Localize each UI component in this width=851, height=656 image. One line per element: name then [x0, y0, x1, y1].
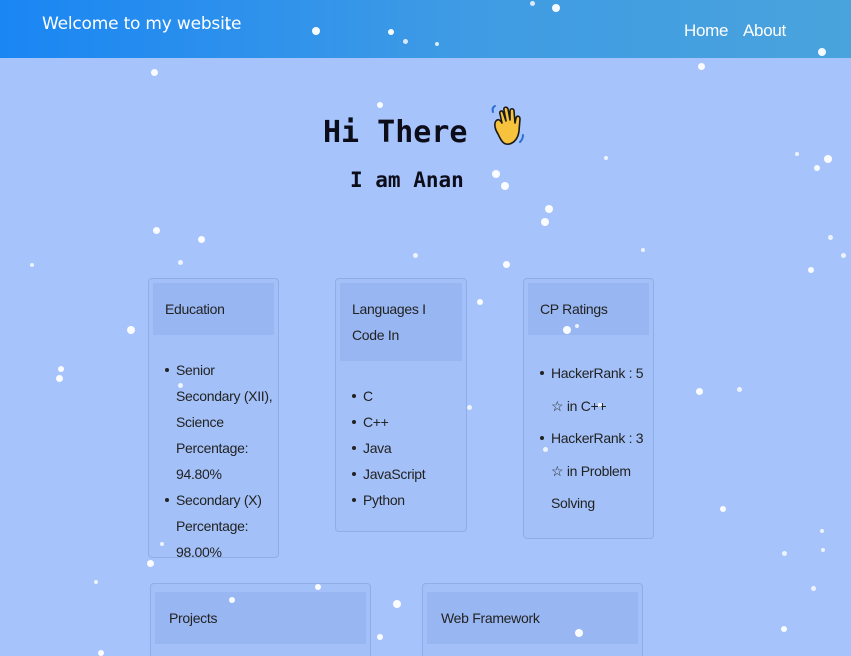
web-framework-card: Web Framework	[422, 583, 643, 656]
education-card-title: Education	[153, 283, 274, 335]
brand-title[interactable]: Welcome to my website	[42, 14, 242, 34]
snowflake	[821, 548, 825, 552]
snowflake	[150, 68, 158, 76]
nav-link-about[interactable]: About	[743, 21, 786, 41]
languages-card: Languages I Code In C C++ Java JavaScrip…	[335, 278, 467, 532]
snowflake	[824, 155, 832, 163]
snowflake	[697, 62, 705, 70]
snowflake	[781, 626, 787, 632]
hero-title: Hi There	[323, 104, 524, 156]
cp-ratings-card-title: CP Ratings	[528, 283, 649, 335]
cp-ratings-list: HackerRank : 5 ☆ in C++ HackerRank : 3 ☆…	[524, 357, 653, 520]
snowflake	[127, 326, 135, 334]
snowflake	[152, 226, 160, 234]
list-item: JavaScript	[352, 461, 466, 487]
snowflake	[641, 248, 645, 252]
snowflake	[604, 156, 608, 160]
snowflake	[545, 205, 553, 213]
cp-ratings-card: CP Ratings HackerRank : 5 ☆ in C++ Hacke…	[523, 278, 654, 539]
snowflake	[695, 387, 703, 395]
snowflake	[820, 529, 824, 533]
snowflake	[720, 506, 726, 512]
web-framework-card-title: Web Framework	[427, 592, 638, 644]
list-item: Secondary (X) Percentage: 98.00%	[165, 487, 278, 565]
snowflake	[58, 366, 64, 372]
hero-subtitle: I am Anan	[350, 168, 464, 192]
snowflake	[795, 152, 799, 156]
snowflake	[197, 235, 205, 243]
snowflake	[808, 267, 814, 273]
snowflake	[377, 634, 383, 640]
list-item: C++	[352, 409, 466, 435]
snowflake	[466, 404, 472, 410]
snowflake	[177, 259, 183, 265]
snowflake	[94, 580, 98, 584]
education-list: Senior Secondary (XII), Science Percenta…	[149, 357, 278, 565]
snowflake	[412, 252, 418, 258]
education-card: Education Senior Secondary (XII), Scienc…	[148, 278, 279, 560]
languages-card-title: Languages I Code In	[340, 283, 462, 361]
snowflake	[840, 252, 846, 258]
list-item: C	[352, 383, 466, 409]
snowflake	[736, 386, 742, 392]
snowflake	[814, 165, 820, 171]
projects-card-title: Projects	[155, 592, 366, 644]
projects-card: Projects	[150, 583, 371, 656]
list-item: HackerRank : 5 ☆ in C++	[540, 357, 653, 422]
snowflake	[492, 170, 500, 178]
waving-hand-icon	[490, 104, 524, 156]
snowflake	[477, 299, 483, 305]
list-item: Python	[352, 487, 466, 513]
snowflake	[55, 374, 63, 382]
snowflake	[827, 234, 833, 240]
snowflake	[502, 260, 510, 268]
list-item: HackerRank : 3 ☆ in Problem Solving	[540, 422, 653, 520]
snowflake	[810, 585, 816, 591]
list-item: Java	[352, 435, 466, 461]
snowflake	[781, 550, 787, 556]
hero-title-text: Hi There	[323, 115, 468, 150]
snowflake	[501, 182, 509, 190]
snowflake	[541, 218, 549, 226]
languages-list: C C++ Java JavaScript Python	[336, 383, 466, 513]
list-item: Senior Secondary (XII), Science Percenta…	[165, 357, 278, 487]
snowflake	[30, 263, 34, 267]
navbar: Welcome to my website Home About	[0, 0, 851, 58]
snowflake	[393, 600, 401, 608]
nav-link-home[interactable]: Home	[684, 21, 728, 41]
snowflake	[98, 650, 104, 656]
